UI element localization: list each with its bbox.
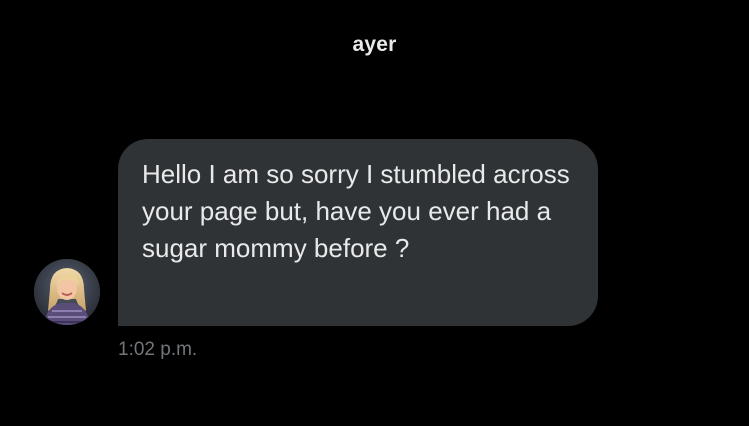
message-bubble[interactable]: Hello I am so sorry I stumbled across yo…	[118, 139, 598, 326]
message-row: Hello I am so sorry I stumbled across yo…	[0, 0, 749, 426]
message-timestamp: 1:02 p.m.	[118, 339, 198, 360]
user-avatar-photo-icon	[34, 259, 100, 325]
message-text: Hello I am so sorry I stumbled across yo…	[142, 159, 570, 263]
sender-avatar[interactable]	[34, 259, 100, 325]
